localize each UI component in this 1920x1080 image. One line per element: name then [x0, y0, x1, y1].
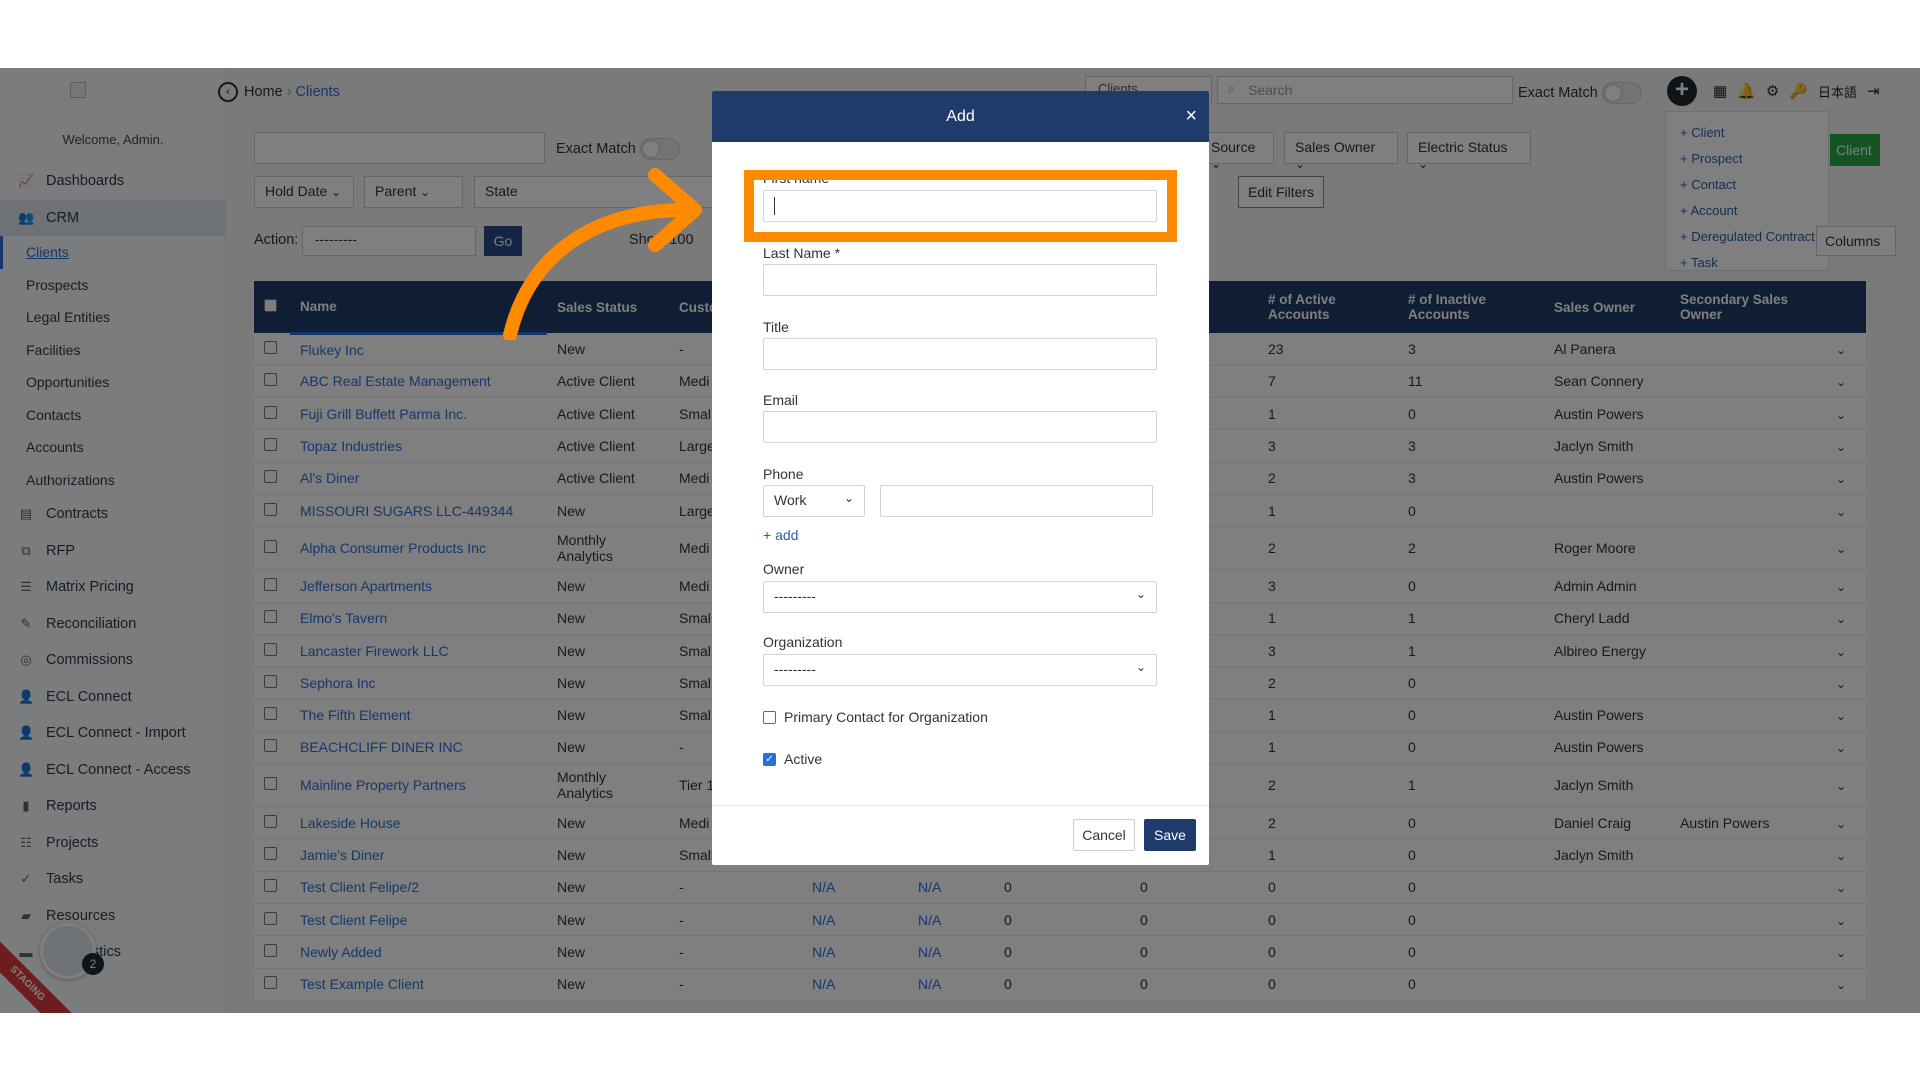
owner-label: Owner: [763, 561, 805, 577]
email-label: Email: [763, 392, 799, 408]
active-checkbox[interactable]: ✓: [763, 752, 776, 766]
email-input[interactable]: [763, 411, 1157, 443]
modal-footer-divider: [712, 805, 1209, 806]
active-label: Active: [784, 751, 823, 767]
last-name-input[interactable]: [763, 264, 1157, 296]
cancel-button[interactable]: Cancel: [1073, 819, 1135, 851]
phone-type-select[interactable]: Work ⌄: [763, 485, 865, 517]
primary-contact-checkbox[interactable]: [763, 710, 776, 724]
chevron-down-icon: ⌄: [1135, 587, 1146, 601]
organization-select[interactable]: --------- ⌄: [763, 654, 1157, 686]
save-button[interactable]: Save: [1144, 819, 1196, 851]
phone-number-input[interactable]: [880, 485, 1153, 517]
owner-value: ---------: [774, 588, 816, 604]
close-icon[interactable]: ×: [1185, 91, 1197, 142]
phone-type-value: Work: [774, 492, 807, 508]
annotation-highlight-box: [744, 170, 1177, 242]
active-row: ✓ Active: [763, 751, 822, 767]
title-input[interactable]: [763, 338, 1157, 370]
organization-value: ---------: [774, 661, 816, 677]
organization-label: Organization: [763, 634, 843, 650]
title-label: Title: [763, 319, 789, 335]
last-name-label: Last Name *: [763, 245, 841, 261]
modal-title: Add: [946, 108, 975, 125]
add-phone-link[interactable]: + add: [763, 527, 798, 543]
owner-select[interactable]: --------- ⌄: [763, 581, 1157, 613]
chevron-down-icon: ⌄: [843, 491, 854, 505]
phone-label: Phone: [763, 466, 804, 482]
primary-contact-row: Primary Contact for Organization: [763, 709, 988, 725]
modal-header: Add ×: [712, 91, 1209, 142]
primary-contact-label: Primary Contact for Organization: [784, 709, 988, 725]
annotation-arrow-icon: [503, 168, 702, 340]
chevron-down-icon: ⌄: [1135, 660, 1146, 674]
